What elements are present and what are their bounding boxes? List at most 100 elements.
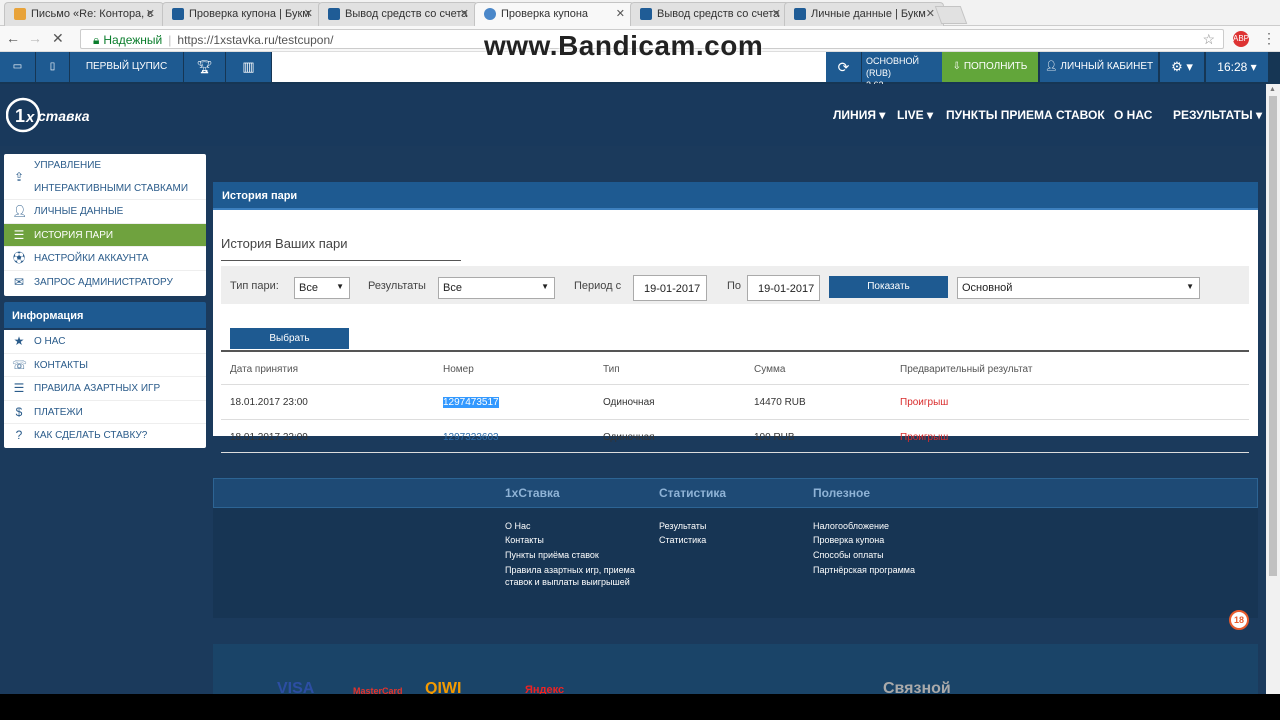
adblock-icon[interactable]: ABP: [1233, 31, 1249, 47]
sidebar-item-admin-request[interactable]: ✉ ЗАПРОС АДМИНИСТРАТОРУ: [4, 271, 206, 295]
table-row[interactable]: 18.01.2017 23:00 1297473517 Одиночная 14…: [221, 384, 1249, 418]
yandex-logo: Яндекс: [525, 684, 565, 694]
mobile-icon[interactable]: ▯: [36, 52, 70, 82]
balance-display[interactable]: ОСНОВНОЙ (RUB)2.62: [862, 52, 942, 90]
nav-about[interactable]: О НАС: [1114, 108, 1152, 122]
1x-icon: [172, 8, 184, 20]
tab-mail[interactable]: Письмо «Re: Контора, с ✕: [4, 2, 164, 26]
sidebar-item-contacts[interactable]: ☏ КОНТАКТЫ: [4, 354, 206, 377]
phone-icon: ☏: [12, 357, 28, 372]
footer-link[interactable]: Способы оплаты: [813, 549, 884, 561]
tab-personal-data[interactable]: Личные данные | Букм ✕: [784, 2, 944, 26]
bookmark-star-icon[interactable]: ☆: [1202, 31, 1215, 48]
footer-link[interactable]: Результаты: [659, 520, 706, 532]
footer-link[interactable]: Пункты приёма ставок: [505, 549, 599, 561]
footer-link[interactable]: Правила азартных игр, приема ставок и вы…: [505, 564, 635, 588]
close-icon[interactable]: ✕: [304, 7, 313, 20]
close-icon[interactable]: ✕: [926, 7, 935, 20]
svyaznoy-logo: Связной: [883, 680, 951, 694]
panel-title: История пари: [213, 182, 1258, 210]
tab-check-coupon[interactable]: Проверка купона | Букм ✕: [162, 2, 322, 26]
browser-tab-bar: Письмо «Re: Контора, с ✕ Проверка купона …: [0, 0, 1280, 26]
nav-betting-points[interactable]: ПУНКТЫ ПРИЕМА СТАВОК: [946, 108, 1105, 122]
sidebar-item-about[interactable]: ★ О НАС: [4, 330, 206, 354]
tab-withdraw-2[interactable]: Вывод средств со счета ✕: [630, 2, 790, 26]
site-footer: 1xСтавка Статистика Полезное О Нас Конта…: [213, 478, 1258, 618]
qiwi-logo: QIWI: [425, 680, 462, 694]
envelope-icon: ✉: [13, 274, 25, 289]
bet-number-link[interactable]: 1297473517: [443, 397, 499, 408]
sidebar-item-account-settings[interactable]: ⚽︎ НАСТРОЙКИ АККАУНТА: [4, 247, 206, 271]
date-from-input[interactable]: 19-01-2017: [633, 275, 707, 301]
status-badge: Проигрыш: [900, 397, 949, 408]
footer-header: [213, 478, 1258, 508]
ball-icon: ⚽︎: [12, 251, 25, 265]
footer-link[interactable]: Партнёрская программа: [813, 564, 915, 576]
scrollbar-thumb[interactable]: [1269, 96, 1277, 576]
footer-col-statistics: Статистика: [659, 486, 727, 500]
stats-icon[interactable]: ▥: [226, 52, 272, 82]
close-icon[interactable]: ✕: [772, 7, 781, 20]
site-logo[interactable]: 1 x ставка: [6, 96, 98, 134]
visa-logo: VISA: [277, 680, 315, 694]
select-button[interactable]: Выбрать: [230, 328, 349, 349]
footer-col-1xstavka: 1xСтавка: [505, 486, 560, 500]
refresh-icon[interactable]: ⟳: [826, 52, 862, 82]
sidebar-item-how-to-bet[interactable]: ? КАК СДЕЛАТЬ СТАВКУ?: [4, 424, 206, 448]
account-select[interactable]: Основной ▼: [957, 277, 1200, 299]
gear-icon[interactable]: ⚙ ▾: [1160, 52, 1204, 82]
1x-icon: [328, 8, 340, 20]
footer-link[interactable]: Контакты: [505, 534, 544, 546]
chevron-down-icon: ▼: [336, 282, 344, 291]
close-icon[interactable]: ✕: [146, 7, 155, 20]
upload-icon: ⇪: [13, 170, 25, 184]
sidebar-item-interactive-bets[interactable]: ⇪ УПРАВЛЕНИЕ ИНТЕРАКТИВНЫМИ СТАВКАМИ: [4, 154, 206, 200]
first-cupis-button[interactable]: ПЕРВЫЙ ЦУПИС: [70, 52, 184, 82]
clock-display[interactable]: 16:28 ▾: [1206, 52, 1268, 82]
recorder-watermark: www.Bandicam.com: [484, 30, 764, 61]
new-tab-button[interactable]: [934, 6, 968, 24]
bet-type-select[interactable]: Все ▼: [294, 277, 350, 299]
close-icon[interactable]: ✕: [616, 7, 625, 20]
footer-link[interactable]: О Нас: [505, 520, 531, 532]
trophy-icon[interactable]: 🏆︎: [184, 52, 226, 82]
back-icon[interactable]: ←: [6, 30, 20, 46]
info-menu: ★ О НАС ☏ КОНТАКТЫ ☰ ПРАВИЛА АЗАРТНЫХ ИГР $…: [4, 330, 206, 448]
url-text: https://1xstavka.ru/testcupon/: [177, 33, 334, 47]
tab-check-coupon-active[interactable]: Проверка купона ✕: [474, 2, 634, 26]
scroll-up-icon[interactable]: ▲: [1269, 86, 1276, 93]
table-row[interactable]: 18.01.2017 22:09 1297323603 Одиночная 10…: [221, 419, 1249, 453]
sidebar-item-payments[interactable]: $ ПЛАТЕЖИ: [4, 401, 206, 424]
chevron-down-icon: ▼: [541, 282, 549, 291]
1x-icon: [640, 8, 652, 20]
col-header-type: Тип: [603, 364, 620, 375]
tab-withdraw[interactable]: Вывод средств со счета ✕: [318, 2, 478, 26]
lock-icon: 🔒︎: [93, 33, 100, 47]
personal-cabinet-button[interactable]: 👤︎ ЛИЧНЫЙ КАБИНЕТ: [1040, 52, 1158, 82]
nav-live[interactable]: LIVE ▾: [897, 108, 933, 122]
sidebar-item-rules[interactable]: ☰ ПРАВИЛА АЗАРТНЫХ ИГР: [4, 377, 206, 401]
desktop-icon[interactable]: ▭: [0, 52, 36, 82]
stop-icon[interactable]: ✕: [52, 30, 64, 47]
footer-col-useful: Полезное: [813, 486, 871, 500]
results-select[interactable]: Все ▼: [438, 277, 555, 299]
nav-results[interactable]: РЕЗУЛЬТАТЫ ▾: [1173, 108, 1262, 122]
page-title: История Ваших пари: [221, 236, 461, 261]
col-header-result: Предварительный результат: [900, 364, 1033, 375]
table-divider: [221, 350, 1249, 352]
show-button[interactable]: Показать: [829, 276, 948, 298]
footer-link[interactable]: Налогообложение: [813, 520, 889, 532]
topup-button[interactable]: ⇩ ПОПОЛНИТЬ: [942, 52, 1038, 82]
close-icon[interactable]: ✕: [460, 7, 469, 20]
sidebar-item-bet-history[interactable]: ☰ ИСТОРИЯ ПАРИ: [4, 223, 206, 247]
date-to-input[interactable]: 19-01-2017: [747, 275, 820, 301]
bet-number-link[interactable]: 1297323603: [443, 432, 499, 443]
svg-text:x: x: [25, 109, 35, 126]
sidebar-item-personal-data[interactable]: 👤︎ ЛИЧНЫЕ ДАННЫЕ: [4, 200, 206, 224]
nav-line[interactable]: ЛИНИЯ ▾: [833, 108, 885, 122]
browser-menu-icon[interactable]: ⋮: [1262, 30, 1276, 47]
page-scrollbar[interactable]: ▲: [1266, 84, 1280, 694]
forward-icon[interactable]: →: [28, 30, 42, 46]
footer-link[interactable]: Статистика: [659, 534, 706, 546]
footer-link[interactable]: Проверка купона: [813, 534, 884, 546]
